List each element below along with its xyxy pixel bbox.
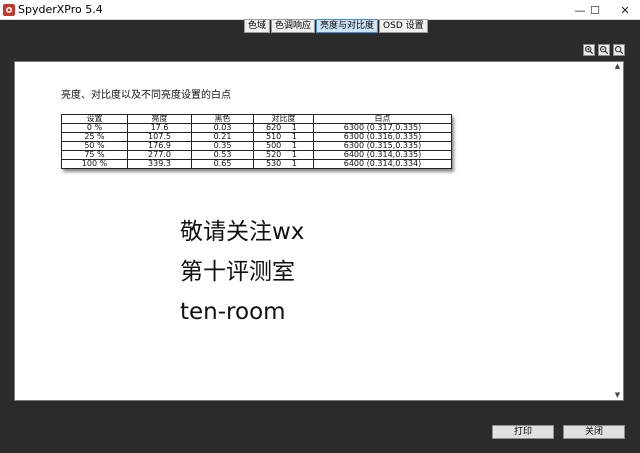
zoom-out-icon[interactable] bbox=[598, 44, 610, 56]
cell-contrast: 530 1 bbox=[253, 159, 314, 169]
contrast-value: 520 bbox=[266, 150, 282, 159]
window-title: SpyderXPro 5.4 bbox=[18, 3, 103, 16]
column-header-contrast: 对比度 bbox=[253, 114, 314, 124]
cell-contrast: 510 1 bbox=[253, 132, 314, 142]
tab-bar: 色域 色调响应 亮度与对比度 OSD 设置 bbox=[244, 19, 429, 33]
zoom-in-icon[interactable] bbox=[583, 44, 595, 56]
brightness-contrast-table: 设置 亮度 黑色 对比度 白点 0 % 17.6 0.03 620 1 6300 … bbox=[61, 114, 452, 169]
tab-osd-settings[interactable]: OSD 设置 bbox=[379, 19, 428, 33]
watermark-line-1: 敬请关注wx bbox=[180, 219, 305, 245]
cell-white-point: 6400 (0.314,0.334) bbox=[313, 159, 452, 169]
table-row: 100 % 339.3 0.65 530 1 6400 (0.314,0.334) bbox=[61, 159, 452, 169]
watermark-line-2: 第十评测室 bbox=[180, 259, 295, 285]
contrast-ratio: 1 bbox=[291, 132, 297, 141]
cell-contrast: 500 1 bbox=[253, 141, 314, 151]
close-window-button[interactable]: ✕ bbox=[610, 0, 640, 20]
contrast-ratio: 1 bbox=[291, 159, 297, 168]
cell-black: 0.65 bbox=[191, 159, 254, 169]
app-icon bbox=[3, 4, 15, 16]
tab-color-gamut[interactable]: 色域 bbox=[244, 19, 271, 33]
tab-tone-response[interactable]: 色调响应 bbox=[271, 19, 316, 33]
scroll-down-arrow-icon[interactable]: ▼ bbox=[613, 391, 622, 400]
print-button[interactable]: 打印 bbox=[492, 425, 554, 439]
cell-luminance: 339.3 bbox=[127, 159, 192, 169]
contrast-value: 620 bbox=[266, 123, 282, 132]
contrast-ratio: 1 bbox=[291, 123, 297, 132]
report-panel: 亮度、对比度以及不同亮度设置的白点 设置 亮度 黑色 对比度 白点 0 % 17… bbox=[14, 61, 624, 401]
cell-contrast: 520 1 bbox=[253, 150, 314, 160]
contrast-value: 500 bbox=[266, 141, 282, 150]
maximize-button[interactable]: ☐ bbox=[580, 0, 610, 20]
contrast-ratio: 1 bbox=[291, 141, 297, 150]
tab-brightness-contrast[interactable]: 亮度与对比度 bbox=[316, 19, 379, 33]
title-bar: SpyderXPro 5.4 — ☐ ✕ bbox=[0, 0, 640, 20]
cell-setting: 100 % bbox=[61, 159, 128, 169]
contrast-value: 530 bbox=[266, 159, 282, 168]
contrast-ratio: 1 bbox=[291, 150, 297, 159]
scroll-up-arrow-icon[interactable]: ▲ bbox=[613, 62, 622, 71]
contrast-value: 510 bbox=[266, 132, 282, 141]
watermark-line-3: ten-room bbox=[180, 299, 286, 325]
cell-contrast: 620 1 bbox=[253, 123, 314, 133]
zoom-fit-icon[interactable] bbox=[613, 44, 625, 56]
report-heading: 亮度、对比度以及不同亮度设置的白点 bbox=[61, 90, 231, 101]
close-button[interactable]: 关闭 bbox=[563, 425, 625, 439]
